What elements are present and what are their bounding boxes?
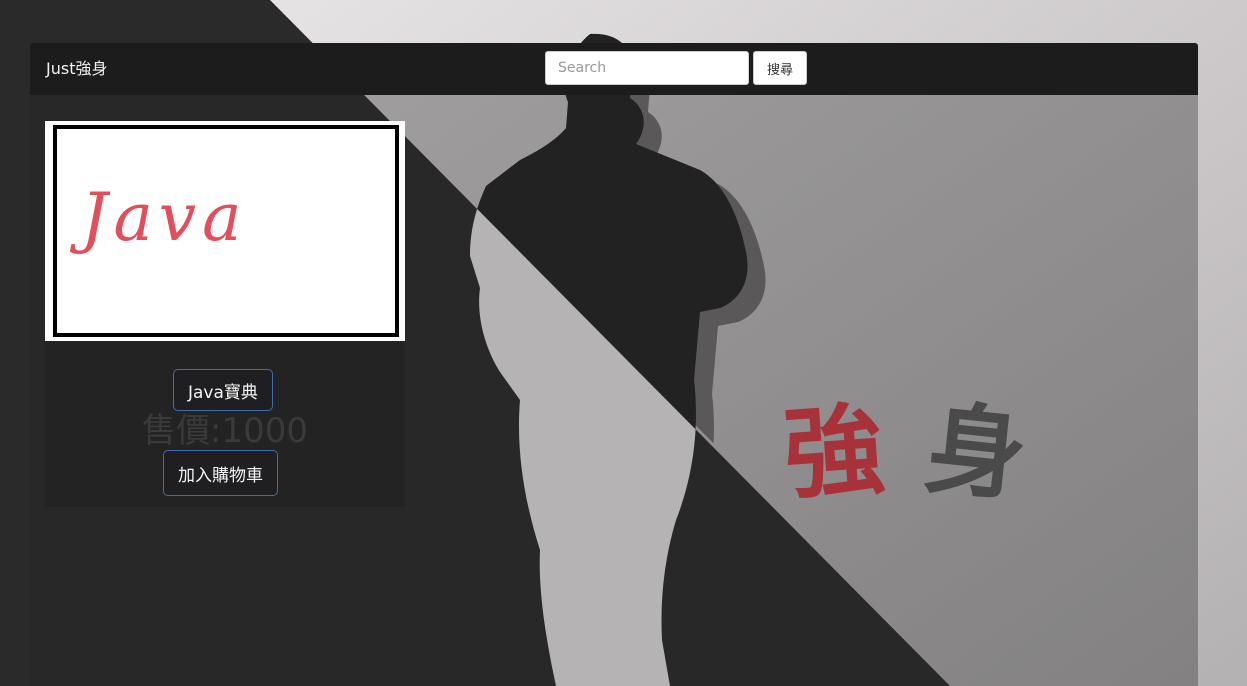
brand-link[interactable]: Just強身 bbox=[46, 58, 107, 80]
product-image-frame: Java bbox=[53, 125, 399, 337]
product-card: Java Java寶典 售價:1000 加入購物車 bbox=[45, 121, 405, 507]
product-name-button[interactable]: Java寶典 bbox=[173, 369, 273, 411]
search-button[interactable]: 搜尋 bbox=[753, 51, 807, 85]
product-price: 售價:1000 bbox=[142, 411, 308, 451]
search-input[interactable] bbox=[545, 51, 749, 85]
page-container: Just強身 搜尋 Java Java寶典 售價:1000 加入購物車 bbox=[30, 43, 1198, 686]
product-image[interactable]: Java bbox=[45, 121, 405, 341]
add-to-cart-button[interactable]: 加入購物車 bbox=[163, 450, 278, 496]
navbar: Just強身 搜尋 bbox=[30, 43, 1198, 95]
java-logo-text: Java bbox=[81, 179, 248, 256]
